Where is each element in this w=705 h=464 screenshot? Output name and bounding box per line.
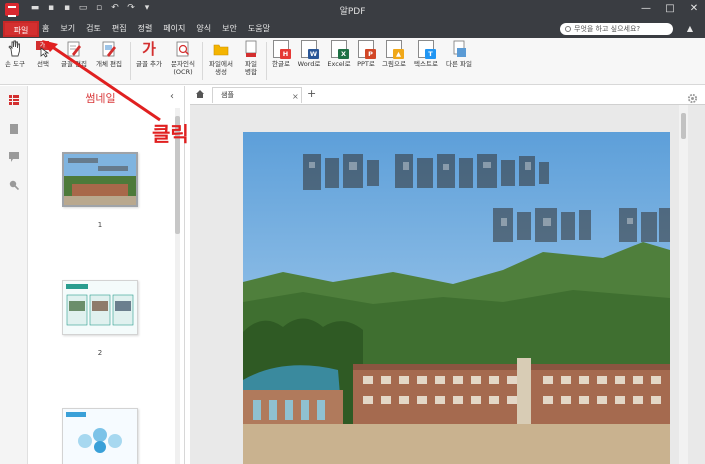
annotation-label: 클릭 [152,122,189,146]
app-window: ▬ ▪ ▪ ▭ ▫ ↶ ↷ ▾ 알PDF — □ ✕ 파일 홈 보기 검토 편집… [0,0,705,464]
annotation-arrow [42,40,161,122]
